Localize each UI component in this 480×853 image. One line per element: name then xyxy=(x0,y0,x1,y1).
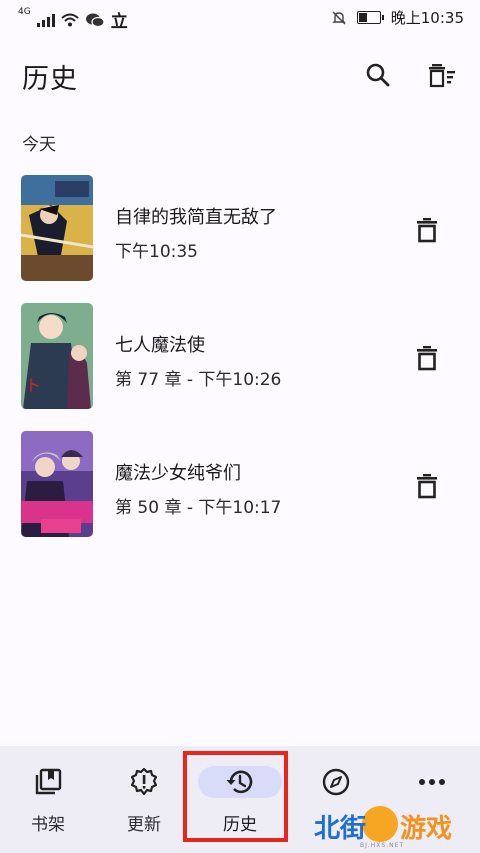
nav-label: 更新 xyxy=(127,815,161,835)
manga-title: 自律的我简直无敌了 xyxy=(115,207,277,228)
signal-icon xyxy=(36,13,55,27)
watermark: 北街 游戏 BJ.HXS.NET xyxy=(310,800,480,853)
nav-item-library[interactable]: 书架 xyxy=(0,746,96,853)
clear-all-icon xyxy=(429,64,455,88)
trash-icon xyxy=(417,346,437,371)
svg-text:ト: ト xyxy=(25,376,41,395)
trash-icon xyxy=(417,218,437,243)
updates-icon xyxy=(112,766,176,798)
notification-glyph: 立 xyxy=(110,12,128,32)
watermark-text-right: 游戏 xyxy=(400,814,453,844)
manga-subtitle: 第 77 章 - 下午10:26 xyxy=(115,370,282,390)
manga-cover xyxy=(21,431,93,537)
manga-title: 魔法少女纯爷们 xyxy=(115,463,241,484)
manga-title: 七人魔法使 xyxy=(115,335,205,356)
status-right: 晚上10:35 xyxy=(331,7,464,28)
watermark-url: BJ.HXS.NET xyxy=(360,842,405,849)
watermark-text-left: 北街 xyxy=(314,814,367,844)
status-left: 4G 立 xyxy=(18,7,128,32)
trash-icon xyxy=(417,474,437,499)
mute-bell-icon xyxy=(332,11,346,24)
manga-cover: ト xyxy=(21,303,93,409)
history-item[interactable]: ト 七人魔法使 第 77 章 - 下午10:26 xyxy=(0,303,480,413)
nav-item-updates[interactable]: 更新 xyxy=(96,746,192,853)
more-icon xyxy=(400,766,464,798)
network-type: 4G xyxy=(18,7,31,17)
search-icon xyxy=(366,63,390,87)
manga-subtitle: 第 50 章 - 下午10:17 xyxy=(115,498,282,518)
search-button[interactable] xyxy=(358,55,398,95)
watermark-logo-icon xyxy=(362,806,398,842)
manga-subtitle: 下午10:35 xyxy=(115,242,198,262)
nav-label: 书架 xyxy=(31,815,65,835)
history-item[interactable]: 魔法少女纯爷们 第 50 章 - 下午10:17 xyxy=(0,431,480,541)
highlight-box xyxy=(183,751,288,842)
page-title: 历史 xyxy=(22,64,78,95)
delete-button[interactable] xyxy=(408,467,446,505)
status-bar: 4G 立 晚上10:35 xyxy=(0,0,480,34)
wifi-icon xyxy=(61,13,79,26)
wechat-icon xyxy=(85,13,105,27)
delete-button[interactable] xyxy=(408,339,446,377)
manga-cover xyxy=(21,175,93,281)
status-time: 晚上10:35 xyxy=(390,9,464,27)
compass-icon xyxy=(304,766,368,798)
history-item[interactable]: 自律的我简直无敌了 下午10:35 xyxy=(0,175,480,285)
section-label-today: 今天 xyxy=(22,135,56,155)
library-icon xyxy=(16,766,80,798)
battery-icon xyxy=(356,11,384,24)
clear-history-button[interactable] xyxy=(422,55,462,95)
delete-button[interactable] xyxy=(408,211,446,249)
